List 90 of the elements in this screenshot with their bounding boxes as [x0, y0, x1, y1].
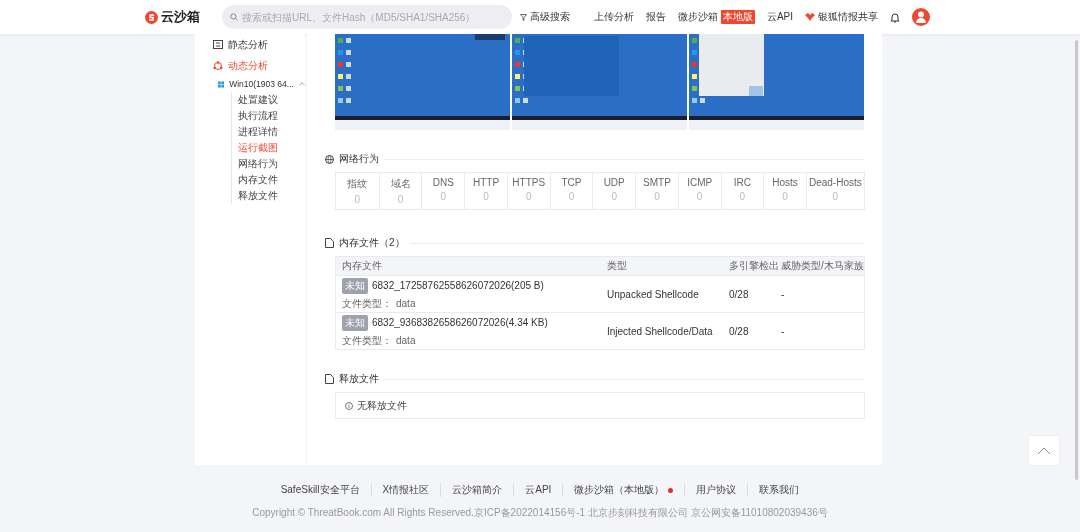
stat-value: 0 — [739, 191, 746, 202]
stat-value: 0 — [568, 191, 575, 202]
table-cell-text: Unpacked Shellcode — [607, 288, 700, 300]
search-field[interactable]: 搜索或扫描URL、文件Hash（MD5/SHA1/SHA256） — [222, 5, 512, 29]
file-type-label: 文件类型： — [342, 296, 392, 311]
column-header: 内存文件 — [342, 259, 383, 273]
stat-label: SMTP — [642, 177, 672, 188]
globe-icon — [325, 154, 334, 164]
stat-value: 0 — [832, 191, 839, 202]
stat-value: 0 — [525, 191, 532, 202]
nav-link[interactable]: 上传分析 — [593, 10, 634, 24]
status-tag: 未知 — [342, 277, 368, 294]
file-icon — [325, 374, 334, 384]
table-cell-text: 0/28 — [729, 325, 750, 337]
stat-label: UDP — [602, 177, 626, 188]
nodes-icon — [213, 60, 223, 71]
file-name[interactable]: 6832_9368382658626072026(4.34 KB) — [372, 317, 548, 328]
file-type: data — [396, 298, 416, 309]
sidebar-item[interactable]: 动态分析 — [195, 55, 305, 76]
bell-icon[interactable] — [890, 11, 900, 23]
logo-icon — [145, 10, 158, 24]
footer-link[interactable]: 用户协议 — [684, 483, 748, 497]
stat-value: 0 — [654, 191, 660, 202]
tree-item[interactable]: 内存文件 — [238, 172, 305, 188]
stat-label: DNS — [431, 177, 455, 188]
column-header: 威胁类型/木马家族 — [781, 259, 864, 273]
user-avatar[interactable] — [912, 8, 930, 26]
stat-value: 0 — [611, 191, 617, 202]
section-title: 释放文件 — [339, 372, 379, 386]
logo[interactable]: 云沙箱 — [145, 8, 222, 26]
table-cell-text: Injected Shellcode/Data — [607, 325, 714, 337]
tree-item[interactable]: 运行截图 — [238, 140, 305, 156]
tree-node[interactable]: Win10(1903 64... — [195, 76, 305, 92]
sidebar-item[interactable]: 静态分析 — [195, 34, 305, 55]
nav-link[interactable]: 银狐情报共享 — [805, 10, 878, 24]
search-icon — [230, 13, 238, 21]
grid-icon — [213, 40, 223, 49]
file-type-label: 文件类型： — [342, 333, 392, 348]
file-icon — [325, 238, 334, 248]
chevron-up-icon — [1037, 446, 1051, 455]
table-cell-text: 0/28 — [729, 288, 750, 300]
person-icon — [916, 11, 926, 23]
stat-label: Hosts — [771, 177, 799, 188]
stat-label: 指纹 — [346, 177, 369, 191]
windows-icon — [218, 80, 225, 88]
nav-link[interactable]: 报告 — [645, 10, 666, 24]
table-cell-text: - — [781, 325, 786, 337]
stat-label: HTTPS — [511, 177, 547, 188]
notification-dot — [668, 487, 674, 493]
version-badge: 本地版 — [720, 10, 755, 24]
footer-link[interactable]: X情报社区 — [370, 483, 441, 497]
section-title: 内存文件（2） — [339, 236, 405, 250]
column-header: 多引擎检出 — [729, 259, 780, 273]
empty-message: 无释放文件 — [357, 398, 407, 413]
scrollbar[interactable] — [1075, 40, 1078, 480]
footer-link[interactable]: 微步沙箱（本地版） — [562, 483, 685, 497]
tree-item[interactable]: 执行流程 — [238, 108, 305, 124]
stat-value: 0 — [440, 191, 447, 202]
filter-icon — [520, 13, 527, 21]
status-tag: 未知 — [342, 314, 368, 331]
stat-label: ICMP — [686, 177, 714, 188]
stat-label: IRC — [732, 177, 752, 188]
tree-item[interactable]: 网络行为 — [238, 156, 305, 172]
tree-item[interactable]: 进程详情 — [238, 124, 305, 140]
copyright-text: Copyright © ThreatBook.com All Rights Reserved.京ICP备2022014156号-1 北京步刻科技有限公司 京公网安备11010802039436号 — [252, 506, 828, 520]
stat-value: 0 — [397, 194, 404, 205]
chevron-up-icon — [298, 82, 305, 86]
footer-link[interactable]: 云API — [513, 483, 563, 497]
section-title: 网络行为 — [339, 152, 379, 166]
info-icon — [345, 401, 353, 410]
stat-label: 域名 — [389, 177, 412, 191]
stat-label: HTTP — [471, 177, 501, 188]
tree-item[interactable]: 释放文件 — [238, 188, 305, 204]
nav-link[interactable]: 云API — [766, 10, 793, 24]
stat-value: 0 — [354, 194, 361, 205]
stat-label: TCP — [560, 177, 583, 188]
advanced-search-button[interactable]: 高级搜索 — [520, 10, 570, 24]
stat-value: 0 — [782, 191, 788, 202]
column-header: 类型 — [607, 259, 628, 273]
stat-value: 0 — [483, 191, 489, 202]
table-cell-text: - — [781, 288, 786, 300]
tree-item[interactable]: 处置建议 — [238, 92, 305, 108]
nav-link[interactable]: 微步沙箱 本地版 — [677, 10, 755, 24]
stat-value: 0 — [696, 191, 703, 202]
footer-link[interactable]: 云沙箱简介 — [440, 483, 514, 497]
footer-link[interactable]: SafeSkill安全平台 — [269, 483, 371, 497]
stat-label: Dead-Hosts — [807, 177, 863, 188]
footer-link[interactable]: 联系我们 — [747, 483, 811, 497]
file-type: data — [396, 335, 416, 346]
file-name[interactable]: 6832_17258762558626072026(205 B) — [372, 280, 544, 291]
